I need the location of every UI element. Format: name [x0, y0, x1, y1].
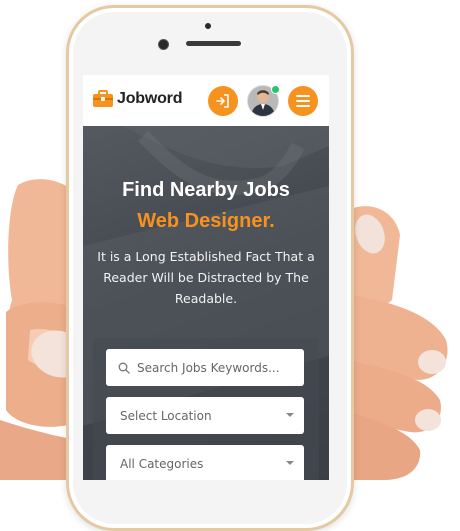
hero-section: Find Nearby Jobs Web Designer. It is a L… — [83, 126, 329, 480]
category-select[interactable]: All Categories — [106, 445, 304, 480]
hero-title: Find Nearby Jobs — [122, 179, 290, 201]
phone-screen: Jobword Find Nearby Jobs Web Designer. I… — [83, 75, 329, 480]
front-camera — [158, 39, 169, 50]
location-select[interactable]: Select Location — [106, 397, 304, 434]
phone-sensor — [205, 23, 211, 29]
chevron-down-icon — [286, 413, 294, 417]
search-placeholder: Search Jobs Keywords... — [137, 360, 280, 375]
search-panel: Search Jobs Keywords... Select Location … — [93, 338, 319, 480]
app-header: Jobword — [83, 75, 329, 126]
hero-subtitle: Web Designer. — [137, 210, 275, 232]
online-status-dot — [271, 85, 280, 94]
login-button[interactable] — [208, 86, 238, 116]
briefcase-icon — [93, 90, 113, 107]
hamburger-icon — [296, 95, 310, 107]
chevron-down-icon — [286, 461, 294, 465]
login-icon — [216, 94, 229, 108]
hero-description: It is a Long Established Fact That a Rea… — [97, 249, 315, 306]
phone-speaker — [186, 41, 241, 46]
category-value: All Categories — [120, 456, 204, 471]
search-icon — [118, 362, 130, 374]
brand-logo[interactable]: Jobword — [92, 90, 182, 108]
brand-name: Jobword — [117, 90, 183, 107]
menu-button[interactable] — [288, 86, 318, 116]
location-value: Select Location — [120, 408, 212, 423]
search-input[interactable]: Search Jobs Keywords... — [106, 349, 304, 386]
